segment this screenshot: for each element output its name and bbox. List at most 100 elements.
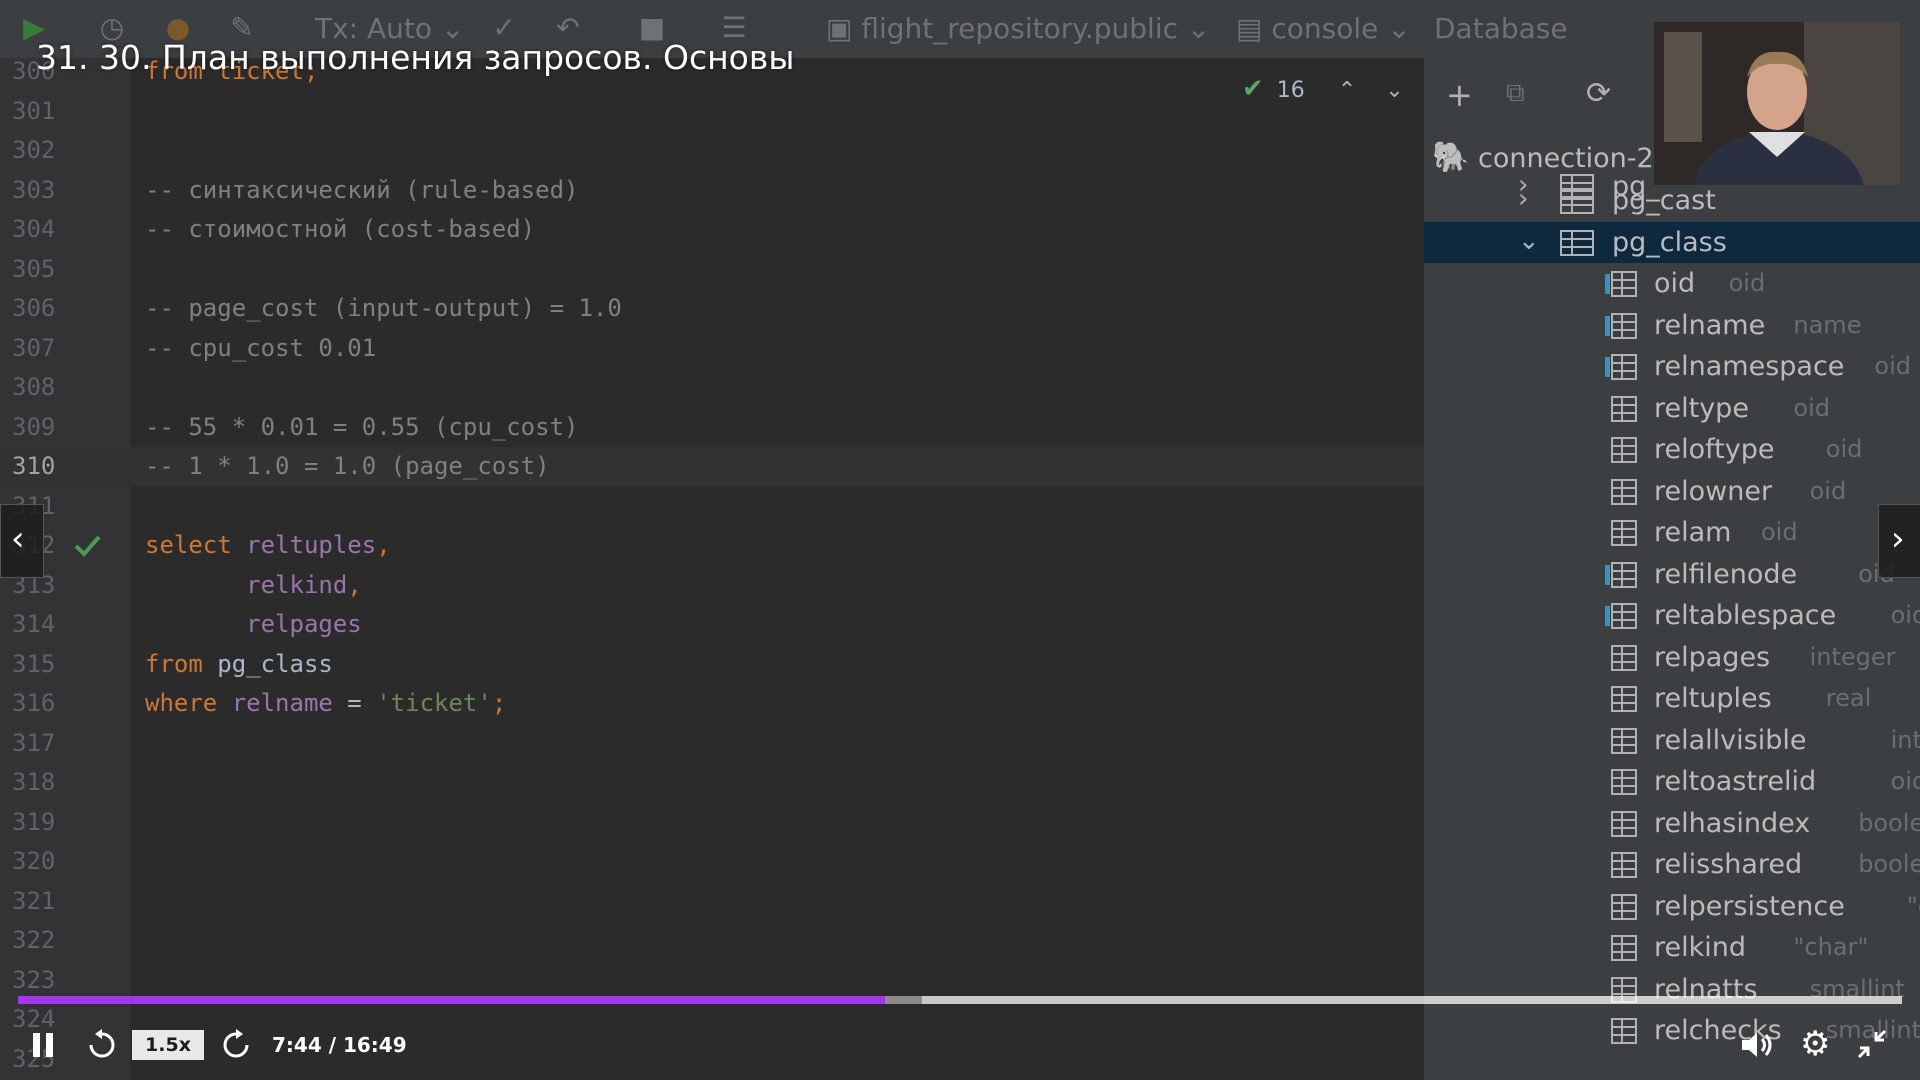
table-node[interactable]: ⌄ pg_class — [1424, 221, 1920, 263]
rewind-icon[interactable] — [86, 1028, 118, 1060]
column-node[interactable]: relfilenode oid — [1424, 554, 1920, 595]
column-node[interactable]: relpages integer — [1424, 637, 1920, 678]
statement-ok-icon — [72, 530, 102, 560]
code-text: relkind, — [145, 566, 362, 605]
code-text: -- стоимостной (cost-based) — [145, 210, 535, 249]
column-node[interactable]: relnamespace oid — [1424, 346, 1920, 387]
code-token: relkind — [246, 570, 348, 599]
column-node[interactable]: reltablespace oid — [1424, 595, 1920, 636]
forward-icon[interactable] — [220, 1028, 252, 1060]
code-line[interactable]: 312select reltuples, — [0, 526, 1424, 565]
code-line[interactable]: 322 — [0, 921, 1424, 960]
exit-fullscreen-icon[interactable] — [1856, 1028, 1888, 1060]
code-token: reltuples — [246, 531, 377, 559]
code-text: -- синтаксический (rule-based) — [145, 171, 578, 210]
pause-icon[interactable] — [30, 1030, 56, 1060]
column-node[interactable]: oid oid — [1424, 263, 1920, 304]
code-line[interactable]: 321 — [0, 882, 1424, 921]
prev-lecture-button[interactable]: ‹ — [0, 504, 44, 578]
column-node[interactable]: reloftype oid — [1424, 429, 1920, 470]
buffer-bar — [884, 996, 923, 1004]
line-number: 314 — [12, 610, 56, 638]
column-node[interactable]: reltuples real — [1424, 678, 1920, 719]
code-token: -- cpu_cost 0.01 — [145, 333, 377, 362]
code-line[interactable]: 305 — [0, 250, 1424, 289]
code-line[interactable]: 315 from pg_class — [0, 645, 1424, 684]
column-name: relkind — [1654, 932, 1747, 963]
column-type: boolean — [1858, 808, 1920, 837]
column-node[interactable]: reltoastrelid oid — [1424, 761, 1920, 802]
code-line[interactable]: 316 where relname = 'ticket'; — [0, 684, 1424, 723]
next-lecture-button[interactable]: › — [1878, 504, 1920, 578]
line-number: 322 — [12, 926, 56, 954]
sql-editor[interactable]: 300 from ticket; 301 302 303 -- синтаксически… — [0, 58, 1424, 1080]
code-line[interactable]: 319 — [0, 803, 1424, 842]
column-node[interactable]: relam oid — [1424, 512, 1920, 553]
line-number: 309 — [12, 412, 56, 441]
column-node[interactable]: reltype oid — [1424, 388, 1920, 429]
column-node[interactable]: relname name — [1424, 305, 1920, 346]
table-name: pg_cast — [1612, 185, 1716, 216]
code-line[interactable]: 323 — [0, 961, 1424, 1000]
code-line[interactable]: 311 — [0, 487, 1424, 526]
code-text: -- 1 * 1.0 = 1.0 (page_cost) — [145, 447, 550, 486]
code-line[interactable]: 301 — [0, 92, 1424, 131]
copy-icon[interactable]: ⧉ — [1506, 78, 1525, 109]
code-line[interactable]: 303 -- синтаксический (rule-based) — [0, 171, 1424, 210]
column-icon — [1611, 893, 1637, 920]
code-token: -- 55 * 0.01 = 0.55 (cpu_cost) — [145, 412, 579, 441]
code-line[interactable]: 318 — [0, 763, 1424, 802]
code-token: -- 1 * 1.0 = 1.0 (page_cost) — [145, 452, 550, 480]
playback-speed-button[interactable]: 1.5x — [132, 1030, 204, 1060]
column-node[interactable]: relpersistence "char" — [1424, 886, 1920, 927]
schema-selector[interactable]: ▣ flight_repository.public ⌄ — [826, 12, 1210, 45]
console-label: console — [1271, 12, 1379, 45]
volume-icon[interactable] — [1740, 1028, 1776, 1062]
chevron-right-icon[interactable]: › — [1518, 184, 1528, 214]
code-token: -- синтаксический (rule-based) — [145, 175, 579, 204]
instructor-figure — [1654, 22, 1900, 185]
code-line[interactable]: 306 -- page_cost (input-output) = 1.0 — [0, 289, 1424, 328]
table-icon — [1560, 188, 1594, 214]
column-name: relname — [1654, 309, 1766, 341]
code-line[interactable]: 309 -- 55 * 0.01 = 0.55 (cpu_cost) — [0, 408, 1424, 447]
code-token: -- стоимостной (cost-based) — [145, 215, 536, 243]
column-name: reltuples — [1654, 683, 1772, 714]
code-line[interactable]: 310 -- 1 * 1.0 = 1.0 (page_cost) — [0, 447, 1424, 486]
code-line[interactable]: 317 — [0, 724, 1424, 763]
column-icon — [1611, 810, 1637, 837]
line-number: 303 — [12, 175, 56, 204]
column-name: relallvisible — [1654, 724, 1807, 756]
code-line[interactable]: 304 -- стоимостной (cost-based) — [0, 210, 1424, 249]
table-node[interactable]: › pg_cast — [1424, 180, 1920, 221]
code-line[interactable]: 308 — [0, 368, 1424, 407]
column-node[interactable]: relkind "char" — [1424, 927, 1920, 968]
code-text: -- page_cost (input-output) = 1.0 — [145, 289, 622, 328]
prev-highlight-icon[interactable]: ⌃ — [1338, 78, 1356, 103]
add-icon[interactable]: + — [1446, 76, 1473, 114]
code-line[interactable]: 314 relpages — [0, 605, 1424, 644]
code-line[interactable]: 302 — [0, 131, 1424, 170]
column-node[interactable]: relallvisible integer — [1424, 720, 1920, 761]
settings-gear-icon[interactable]: ⚙ — [1800, 1024, 1830, 1064]
line-number: 310 — [12, 452, 56, 480]
inspection-widget[interactable]: ✔ 16 ⌃ ⌄ — [1242, 74, 1404, 104]
code-line[interactable]: 307 -- cpu_cost 0.01 — [0, 329, 1424, 368]
column-node[interactable]: relowner oid — [1424, 471, 1920, 512]
refresh-icon[interactable]: ⟳ — [1586, 76, 1611, 111]
column-type: integer — [1890, 725, 1920, 754]
column-node[interactable]: relhasindex boolean — [1424, 803, 1920, 844]
line-number: 318 — [12, 768, 56, 796]
column-type: real — [1825, 684, 1872, 712]
console-selector[interactable]: ▤ console ⌄ — [1236, 12, 1411, 45]
code-token: 'ticket' — [376, 689, 492, 717]
next-highlight-icon[interactable]: ⌄ — [1385, 78, 1403, 103]
column-node[interactable]: relisshared boolean — [1424, 844, 1920, 885]
column-icon — [1611, 395, 1637, 422]
chevron-down-icon[interactable]: ⌄ — [1518, 226, 1540, 256]
code-line[interactable]: 320 — [0, 842, 1424, 881]
chevron-right-icon: › — [1891, 519, 1905, 559]
code-line[interactable]: 313 relkind, — [0, 566, 1424, 605]
code-token: pg_class — [217, 649, 333, 678]
